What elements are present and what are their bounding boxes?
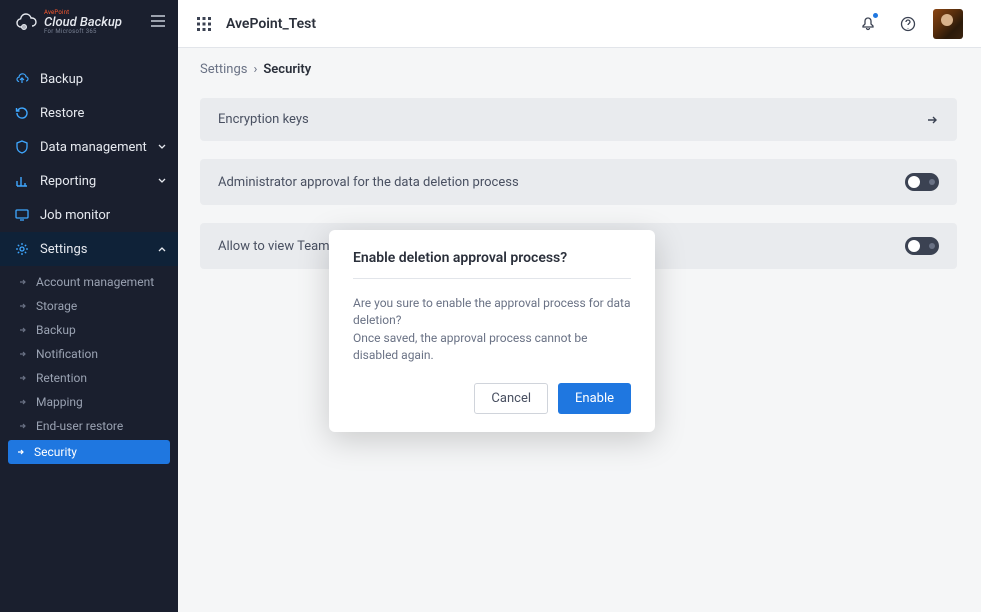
org-name: AvePoint_Test (226, 16, 316, 32)
modal-enable-deletion-approval: Enable deletion approval process? Are yo… (329, 230, 655, 432)
arrow-right-icon (18, 325, 28, 335)
sidebar-item-label: Backup (40, 72, 83, 87)
topbar: AvePoint_Test (178, 0, 981, 48)
sidebar-item-label: Data management (40, 140, 147, 155)
sidebar-item-settings[interactable]: Settings (0, 232, 178, 266)
chevron-down-icon (158, 177, 166, 185)
sidebar-item-backup[interactable]: Backup (0, 62, 178, 96)
modal-body-line: Once saved, the approval process cannot … (353, 331, 588, 362)
nav: Backup Restore Data management Reporting (0, 62, 178, 470)
breadcrumb: Settings › Security (200, 62, 311, 77)
chevron-up-icon (158, 245, 166, 253)
subnav-label: Backup (36, 323, 76, 337)
card-title: Encryption keys (218, 112, 309, 127)
cancel-button[interactable]: Cancel (474, 383, 548, 414)
notifications-button[interactable] (853, 9, 883, 39)
subnav-label: Storage (36, 299, 77, 313)
toggle-admin-approval[interactable] (905, 173, 939, 191)
arrow-right-icon (925, 113, 939, 127)
subnav-notification[interactable]: Notification (0, 342, 178, 366)
arrow-right-icon (18, 301, 28, 311)
subnav-account-management[interactable]: Account management (0, 270, 178, 294)
notification-dot (873, 13, 878, 18)
sidebar: AvePoint Cloud Backup For Microsoft 365 … (0, 0, 178, 612)
sidebar-item-data-management[interactable]: Data management (0, 130, 178, 164)
gear-icon (14, 241, 30, 257)
arrow-right-icon (18, 421, 28, 431)
cloud-icon (12, 12, 38, 32)
bell-icon (860, 16, 876, 32)
subnav-backup[interactable]: Backup (0, 318, 178, 342)
subnav-retention[interactable]: Retention (0, 366, 178, 390)
subnav-label: End-user restore (36, 419, 123, 433)
modal-body-line: Are you sure to enable the approval proc… (353, 296, 630, 327)
restore-icon (14, 105, 30, 121)
sidebar-item-label: Restore (40, 106, 84, 121)
modal-body: Are you sure to enable the approval proc… (353, 279, 631, 383)
product-logo[interactable]: AvePoint Cloud Backup For Microsoft 365 (12, 10, 122, 35)
hamburger-icon[interactable] (150, 13, 166, 32)
chevron-down-icon (158, 143, 166, 151)
settings-subnav: Account management Storage Backup Notifi… (0, 266, 178, 470)
card-admin-approval: Administrator approval for the data dele… (200, 159, 957, 205)
breadcrumb-root[interactable]: Settings (200, 62, 247, 77)
subnav-mapping[interactable]: Mapping (0, 390, 178, 414)
chart-icon (14, 173, 30, 189)
toggle-teams-chat[interactable] (905, 237, 939, 255)
subnav-end-user-restore[interactable]: End-user restore (0, 414, 178, 438)
subnav-label: Account management (36, 275, 154, 289)
arrow-right-icon (18, 277, 28, 287)
monitor-icon (14, 207, 30, 223)
modal-title: Enable deletion approval process? (353, 250, 631, 279)
cloud-up-icon (14, 71, 30, 87)
subnav-label: Mapping (36, 395, 83, 409)
arrow-right-icon (18, 349, 28, 359)
breadcrumb-current: Security (263, 62, 311, 77)
sidebar-item-label: Job monitor (40, 208, 110, 223)
modal-actions: Cancel Enable (353, 383, 631, 414)
sidebar-item-label: Settings (40, 242, 87, 257)
sidebar-item-restore[interactable]: Restore (0, 96, 178, 130)
sidebar-item-label: Reporting (40, 174, 96, 189)
avatar[interactable] (933, 9, 963, 39)
arrow-right-icon (18, 397, 28, 407)
shield-icon (14, 139, 30, 155)
subnav-label: Security (34, 445, 77, 459)
brand-title: Cloud Backup (44, 16, 122, 29)
help-button[interactable] (893, 9, 923, 39)
subnav-security[interactable]: Security (8, 440, 170, 464)
subnav-storage[interactable]: Storage (0, 294, 178, 318)
brand-sub: For Microsoft 365 (44, 29, 122, 35)
subnav-label: Notification (36, 347, 98, 361)
help-icon (900, 16, 916, 32)
app-launcher-icon[interactable] (196, 16, 212, 32)
subnav-label: Retention (36, 371, 87, 385)
arrow-right-icon (18, 373, 28, 383)
arrow-right-icon (16, 447, 26, 457)
card-encryption-keys[interactable]: Encryption keys (200, 98, 957, 141)
enable-button[interactable]: Enable (558, 383, 631, 414)
sidebar-header: AvePoint Cloud Backup For Microsoft 365 (0, 0, 178, 48)
sidebar-item-reporting[interactable]: Reporting (0, 164, 178, 198)
sidebar-item-job-monitor[interactable]: Job monitor (0, 198, 178, 232)
card-title: Administrator approval for the data dele… (218, 175, 519, 190)
breadcrumb-sep: › (253, 62, 257, 77)
